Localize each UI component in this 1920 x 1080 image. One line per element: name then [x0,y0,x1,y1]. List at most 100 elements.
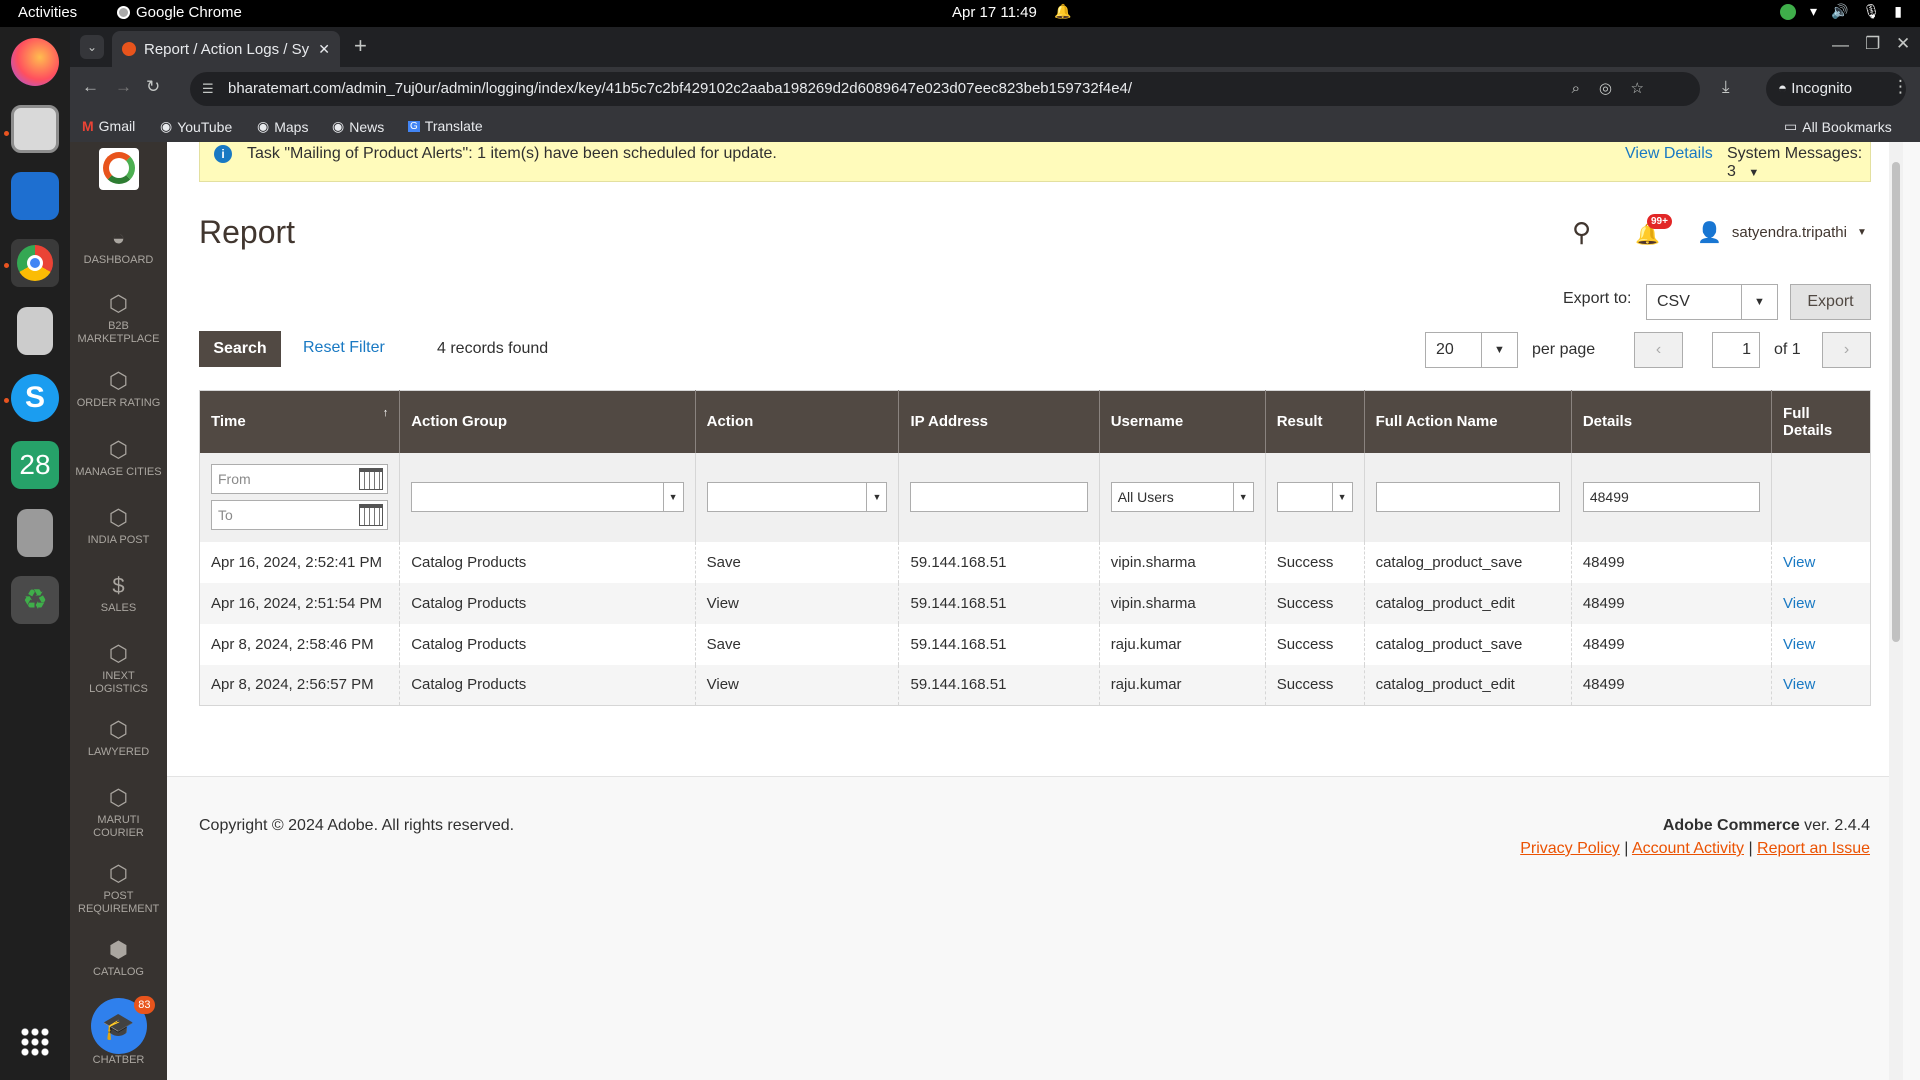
details-filter-input[interactable]: 48499 [1582,482,1761,512]
address-bar[interactable]: ☰ bharatemart.com/admin_7uj0ur/admin/log… [190,72,1700,106]
per-page-select[interactable]: 20 ▼ [1425,332,1518,368]
zoom-icon[interactable]: ⌕ [1572,72,1580,106]
records-found: 4 records found [437,340,549,357]
column-action-group[interactable]: Action Group [399,390,696,453]
column-ip-address[interactable]: IP Address [898,390,1100,453]
magento-logo[interactable] [99,148,139,190]
archive-icon[interactable] [17,307,53,355]
previous-page-button[interactable]: ‹ [1634,332,1683,368]
app-menu[interactable]: Google Chrome [117,4,242,21]
view-link[interactable]: View [1783,554,1815,571]
column-time[interactable]: Time ↑ [199,390,400,453]
tab-search-icon[interactable]: ⌄ [80,35,104,59]
privacy-policy-link[interactable]: Privacy Policy [1520,840,1620,857]
globe-icon: ◉ [332,118,345,134]
minimize-icon[interactable]: — [1832,35,1849,55]
menu-manage-cities[interactable]: ⬡ MANAGE CITIES [70,438,167,479]
show-apps-icon[interactable] [20,1027,50,1057]
view-link[interactable]: View [1783,676,1815,693]
table-row: Apr 8, 2024, 2:58:46 PM Catalog Products… [199,623,1871,665]
menu-b2b-marketplace[interactable]: ⬡ B2B MARKETPLACE [70,292,167,346]
chrome-menu-icon[interactable]: ⋮ [1892,77,1909,97]
close-tab-icon[interactable]: ✕ [318,41,330,58]
system-messages-dropdown[interactable]: System Messages: 3 ▼ [1727,145,1870,181]
bookmark-translate[interactable]: G Translate [408,118,483,134]
download-icon[interactable]: ⤓ [1722,77,1730,97]
page-scrollbar[interactable] [1889,142,1903,1080]
writer-icon[interactable] [11,172,59,220]
menu-order-rating[interactable]: ⬡ ORDER RATING [70,369,167,410]
view-link[interactable]: View [1783,636,1815,653]
disks-icon[interactable] [17,509,53,557]
scrollbar-thumb[interactable] [1892,162,1900,642]
notifications-bell-icon[interactable]: 🔔 99+ [1635,214,1672,247]
clock[interactable]: Apr 17 11:49 [952,4,1037,21]
trash-icon[interactable]: ♻ [11,576,59,624]
menu-maruti-courier[interactable]: ⬡ MARUTI COURIER [70,786,167,840]
ip-address-filter-input[interactable] [910,482,1088,512]
reset-filter-link[interactable]: Reset Filter [303,339,385,357]
all-bookmarks[interactable]: ▭ All Bookmarks [1784,118,1892,135]
column-full-action-name[interactable]: Full Action Name [1363,390,1572,453]
menu-post-requirement[interactable]: ⬡ POST REQUIREMENT [70,862,167,916]
full-action-name-filter-input[interactable] [1375,482,1560,512]
username-filter-select[interactable]: All Users ▼ [1110,482,1254,512]
bookmark-news[interactable]: ◉ News [332,118,384,135]
report-issue-link[interactable]: Report an Issue [1757,840,1870,857]
eye-off-icon[interactable]: ◎ [1599,72,1612,106]
incognito-badge[interactable]: ◓ Incognito [1766,72,1906,106]
bookmark-gmail[interactable]: M Gmail [82,118,135,134]
close-window-icon[interactable]: ✕ [1896,34,1910,54]
menu-catalog[interactable]: ⬢ CATALOG [70,938,167,979]
menu-sales[interactable]: $ SALES [70,574,167,615]
firefox-icon[interactable] [11,38,59,86]
account-activity-link[interactable]: Account Activity [1632,840,1744,857]
next-page-button[interactable]: › [1822,332,1871,368]
new-tab-icon[interactable]: + [354,33,367,59]
calendar-icon[interactable]: 28 [11,441,59,489]
forward-icon[interactable]: → [115,77,132,97]
reload-icon[interactable]: ↻ [146,77,160,97]
site-info-icon[interactable]: ☰ [202,72,214,106]
global-search-icon[interactable]: ⚲ [1572,217,1591,248]
menu-chatber[interactable]: 🎓 83 CHATBER [70,996,167,1067]
result-filter-select[interactable]: ▼ [1276,482,1353,512]
export-button[interactable]: Export [1790,284,1871,320]
caret-down-icon: ▼ [1856,227,1867,238]
column-result[interactable]: Result [1264,390,1365,453]
column-action[interactable]: Action [694,390,899,453]
back-icon[interactable]: ← [82,77,99,97]
per-page-value: 20 [1436,341,1454,358]
system-tray[interactable]: ▾ 🔊 🎙 ▮ [1780,3,1902,20]
menu-inext-logistics[interactable]: ⬡ INEXT LOGISTICS [70,642,167,696]
time-to-input[interactable]: To [211,500,389,530]
menu-lawyered[interactable]: ⬡ LAWYERED [70,718,167,759]
action-group-filter-select[interactable]: ▼ [411,482,684,512]
action-filter-select[interactable]: ▼ [706,482,888,512]
activities-button[interactable]: Activities [18,4,77,21]
column-username[interactable]: Username [1098,390,1266,453]
search-button[interactable]: Search [199,331,281,367]
bookmark-star-icon[interactable]: ☆ [1631,72,1644,106]
cell-result: Success [1264,664,1365,706]
view-link[interactable]: View [1783,595,1815,612]
bookmark-maps[interactable]: ◉ Maps [257,118,308,135]
page-number-input[interactable]: 1 [1712,332,1760,368]
calendar-icon[interactable] [359,504,384,526]
favicon-icon [122,42,136,56]
view-details-link[interactable]: View Details [1625,145,1713,163]
skype-icon[interactable]: S [11,374,59,422]
menu-dashboard[interactable]: ◒ DASHBOARD [70,226,167,267]
chrome-dock-icon[interactable] [11,239,59,287]
browser-tab[interactable]: Report / Action Logs / Sy ✕ [112,31,340,67]
export-format-select[interactable]: CSV ▼ [1646,284,1778,320]
maximize-icon[interactable]: ❐ [1865,34,1880,54]
column-details[interactable]: Details [1570,390,1772,453]
menu-india-post[interactable]: ⬡ INDIA POST [70,506,167,547]
time-from-input[interactable]: From [211,464,389,494]
calendar-icon[interactable] [359,468,384,490]
user-account-menu[interactable]: 👤 satyendra.tripathi ▼ [1697,220,1867,245]
files-icon[interactable] [11,105,59,153]
footer-links: Privacy Policy | Account Activity | Repo… [1520,840,1870,857]
bookmark-youtube[interactable]: ◉ YouTube [160,118,232,135]
